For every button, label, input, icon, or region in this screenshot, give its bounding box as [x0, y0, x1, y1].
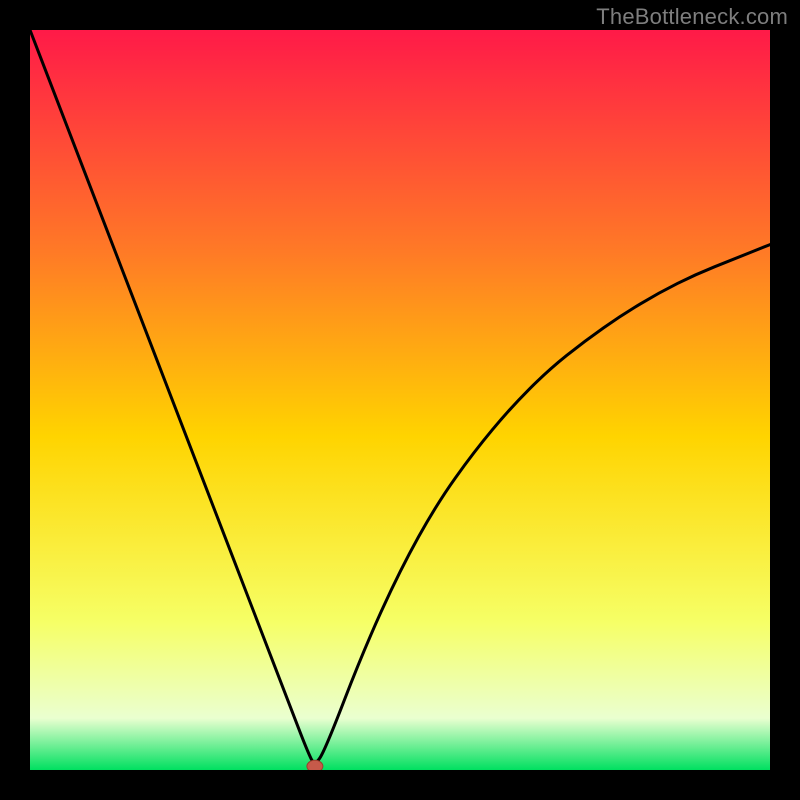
gradient-background — [30, 30, 770, 770]
optimal-point-marker — [307, 760, 323, 770]
bottleneck-chart — [30, 30, 770, 770]
watermark-text: TheBottleneck.com — [596, 4, 788, 30]
chart-frame — [30, 30, 770, 770]
plot-area — [30, 30, 770, 770]
